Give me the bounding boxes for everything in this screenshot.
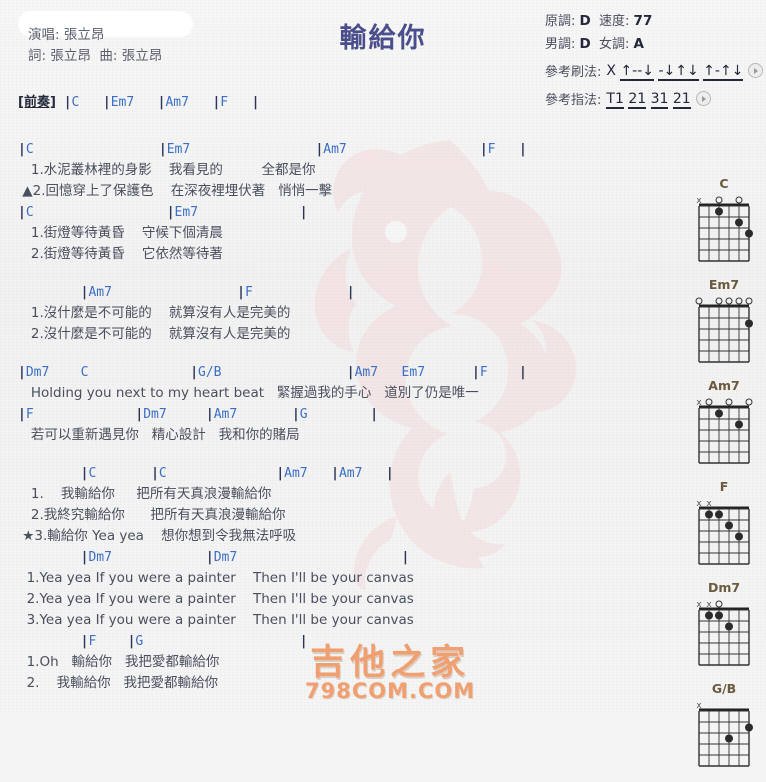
- original-key-label: 原調:: [545, 14, 576, 29]
- chord-diagram[interactable]: G/B x: [688, 681, 760, 771]
- chord-diagram-name: Am7: [708, 378, 740, 393]
- lyric-line: 1.Yea yea If you were a painter Then I'l…: [18, 570, 414, 586]
- line-spacer: [18, 265, 678, 282]
- lyric-line: 2.沒什麼是不可能的 就算沒有人是完美的: [18, 326, 291, 342]
- line-spacer: [18, 122, 678, 139]
- chord-diagram-name: G/B: [711, 681, 737, 696]
- line-spacer: [18, 446, 678, 463]
- play-strum-button[interactable]: [748, 63, 764, 78]
- chord-fretboard: x: [696, 398, 753, 464]
- chord-fretboard: x: [696, 701, 753, 767]
- chord-line: |F |Dm7 |Am7 |G |: [18, 407, 379, 422]
- lyric-line: Holding you next to my heart beat 緊握過我的手…: [18, 385, 479, 401]
- credit-writer: 詞: 張立昂 曲: 張立昂: [28, 48, 163, 64]
- lyric-line: 1.水泥叢林裡的身影 我看見的 全都是你: [18, 162, 316, 178]
- lyric-line: 1.沒什麼是不可能的 就算沒有人是完美的: [18, 305, 291, 321]
- strum-group-1: ↑--↓: [620, 62, 655, 81]
- male-female-key-row: 男調: D 女調: A: [545, 33, 766, 52]
- chord-diagram[interactable]: Fxx: [688, 479, 760, 569]
- play-fingerstyle-button[interactable]: [695, 91, 711, 106]
- chord-diagram[interactable]: Cx: [688, 176, 760, 266]
- chord-diagram-name: F: [719, 479, 729, 494]
- female-key-value: A: [633, 36, 644, 52]
- chord-line: |Dm7 |Dm7 |: [80, 550, 410, 565]
- lyric-line: 2.街燈等待黃昏 它依然等待著: [18, 246, 223, 262]
- lyric-line: 1.街燈等待黃昏 守候下個清晨: [18, 225, 223, 241]
- chord-diagram[interactable]: Am7 x: [688, 378, 760, 468]
- chord-diagram-column: Cx Em7 Am7 x Fx x Dm7 x x G/B x: [688, 176, 760, 782]
- strum-pattern-row: 參考刷法: X ↑--↓ -↓↑↓ ↑-↑↓: [545, 61, 766, 81]
- strum-pattern-glyphs: X ↑--↓ -↓↑↓ ↑-↑↓: [606, 62, 744, 81]
- lyric-line: 1. 我輸給你 把所有天真浪漫輸給你: [18, 486, 272, 502]
- song-body: [前奏] |C |Em7 |Am7 |F | |C |Em7 |Am7 |F | …: [18, 92, 678, 694]
- tempo-label: 速度:: [599, 14, 630, 29]
- male-key-label: 男調:: [545, 37, 576, 52]
- lyric-line: ▲2.回憶穿上了保護色 在深夜裡埋伏著 悄悄一擊: [18, 183, 333, 199]
- chord-diagram-name: C: [719, 176, 729, 191]
- chord-line: |C |Em7 |Am7 |F |: [18, 142, 527, 157]
- chord-line: |Am7 |F |: [80, 285, 355, 300]
- strum-pattern-label: 參考刷法:: [545, 65, 602, 80]
- chord-diagram[interactable]: Em7: [688, 277, 760, 367]
- chord-diagram-name: Dm7: [707, 580, 741, 595]
- lyric-line: 2.我終究輸給你 把所有天真浪漫輸給你: [18, 507, 286, 523]
- chord-line: |F |G |: [80, 634, 308, 649]
- lyric-line: 2. 我輸給你 我把愛都輸給你: [18, 675, 219, 691]
- lyric-line: 若可以重新遇見你 精心設計 我和你的賭局: [18, 427, 300, 443]
- lyric-line: ★3.輸給你 Yea yea 想你想到令我無法呼吸: [18, 528, 297, 544]
- original-key-value: D: [579, 13, 591, 29]
- key-tempo-row: 原調: D 速度: 77: [545, 10, 766, 29]
- chord-diagram[interactable]: Dm7 x x: [688, 580, 760, 670]
- chord-diagram-name: Em7: [708, 277, 740, 292]
- credit-singer: 演唱: 張立昂: [28, 27, 105, 43]
- chord-fretboard: xx: [696, 499, 750, 565]
- female-key-label: 女調:: [599, 37, 630, 52]
- strum-lead: X: [606, 62, 621, 79]
- lyric-line: 1.Oh 輸給你 我把愛都輸給你: [18, 654, 220, 670]
- chord-fretboard: xx: [696, 600, 750, 666]
- intro-chords: |C |Em7 |Am7 |F |: [63, 95, 260, 110]
- strum-group-2: -↓↑↓: [658, 62, 699, 81]
- chord-fretboard: [695, 297, 753, 363]
- lyric-line: 3.Yea yea If you were a painter Then I'l…: [18, 612, 414, 628]
- male-key-value: D: [579, 36, 591, 52]
- section-tag: [前奏]: [18, 95, 56, 110]
- line-spacer: [18, 345, 678, 362]
- chord-line: |C |Em7 |: [18, 205, 308, 220]
- chord-fretboard: x: [696, 196, 753, 262]
- strum-group-3: ↑-↑↓: [703, 62, 744, 81]
- tempo-value: 77: [633, 13, 653, 29]
- chord-line: |Dm7 C |G/B |Am7 Em7 |F |: [18, 365, 527, 380]
- lyric-line: 2.Yea yea If you were a painter Then I'l…: [18, 591, 414, 607]
- chord-line: |C |C |Am7 |Am7 |: [80, 466, 394, 481]
- intro-line: [前奏] |C |Em7 |Am7 |F |: [18, 92, 678, 113]
